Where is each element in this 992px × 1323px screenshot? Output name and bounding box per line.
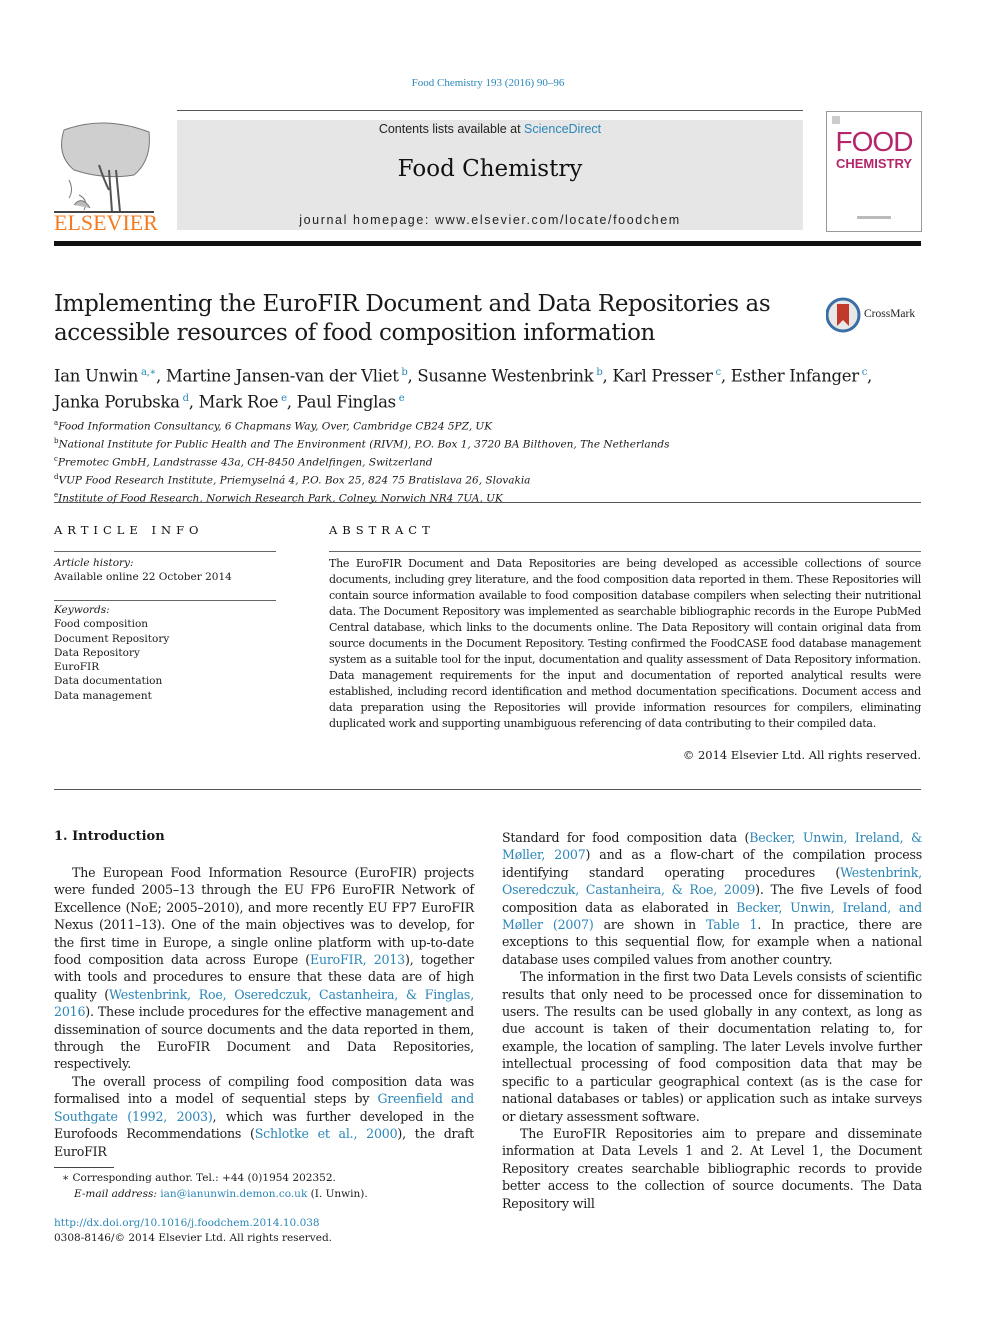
author-affiliation-marker[interactable]: d bbox=[180, 393, 189, 404]
journal-masthead: Contents lists available at ScienceDirec… bbox=[177, 120, 803, 230]
email-note: E-mail address: ian@ianunwin.demon.co.uk… bbox=[54, 1186, 494, 1202]
author-name[interactable]: Paul Finglas bbox=[297, 392, 397, 411]
author-name[interactable]: Martine Jansen-van der Vliet bbox=[166, 367, 399, 386]
paragraph: The European Food Information Resource (… bbox=[54, 865, 474, 1072]
crossmark-button[interactable]: CrossMark bbox=[825, 297, 926, 333]
affiliation: aFood Information Consultancy, 6 Chapman… bbox=[54, 416, 754, 434]
keyword: EuroFIR bbox=[54, 661, 100, 674]
citation-link[interactable]: Schlotke et al., 2000 bbox=[255, 1126, 398, 1141]
author-affiliation-marker[interactable]: b bbox=[593, 367, 602, 378]
author-affiliation-marker[interactable]: a,∗ bbox=[138, 367, 156, 378]
author-name[interactable]: Mark Roe bbox=[199, 392, 279, 411]
abstract-copyright: © 2014 Elsevier Ltd. All rights reserved… bbox=[682, 748, 921, 762]
email-label: E-mail address: bbox=[74, 1188, 161, 1200]
paragraph: The overall process of compiling food co… bbox=[54, 1073, 475, 1159]
citation-link[interactable]: Westenbrink, Oseredczuk, Castanheira, & … bbox=[502, 865, 922, 897]
elsevier-wordmark: ELSEVIER bbox=[54, 210, 158, 235]
affiliation: bNational Institute for Public Health an… bbox=[54, 434, 754, 452]
author-affiliation-marker[interactable]: b bbox=[399, 367, 407, 378]
divider bbox=[54, 789, 921, 790]
author-affiliation-marker[interactable]: e bbox=[278, 393, 287, 404]
affiliation-text: Food Information Consultancy, 6 Chapmans… bbox=[58, 420, 493, 433]
keywords-label: Keywords: bbox=[54, 604, 110, 616]
affiliation-text: VUP Food Research Institute, Priemyselná… bbox=[58, 474, 531, 487]
author-name[interactable]: Esther Infanger bbox=[731, 367, 859, 386]
keywords-block: Keywords: Food composition Document Repo… bbox=[54, 603, 284, 703]
history-value: Available online 22 October 2014 bbox=[54, 571, 232, 584]
author-name[interactable]: Ian Unwin bbox=[54, 367, 138, 386]
journal-cover-thumbnail[interactable]: FOOD CHEMISTRY bbox=[826, 111, 922, 232]
keyword: Data Repository bbox=[54, 646, 140, 659]
citation-link[interactable]: Becker, Unwin, Ireland, & Møller, 2007 bbox=[502, 830, 922, 862]
article-history: Article history: Available online 22 Oct… bbox=[54, 556, 284, 585]
journal-homepage-link[interactable]: journal homepage: www.elsevier.com/locat… bbox=[177, 213, 803, 227]
cover-footer-mark bbox=[857, 216, 891, 219]
doi-link[interactable]: http://dx.doi.org/10.1016/j.foodchem.201… bbox=[54, 1216, 332, 1231]
affiliation: cPremotec GmbH, Landstrasse 43a, CH-8450… bbox=[54, 452, 754, 470]
doi-block: http://dx.doi.org/10.1016/j.foodchem.201… bbox=[54, 1216, 332, 1246]
affiliation-text: National Institute for Public Health and… bbox=[58, 438, 670, 451]
issn-copyright: 0308-8146/© 2014 Elsevier Ltd. All right… bbox=[54, 1232, 333, 1244]
keyword: Document Repository bbox=[54, 632, 170, 645]
keyword: Data management bbox=[54, 689, 152, 702]
paragraph: Standard for food composition data (Beck… bbox=[502, 830, 922, 967]
paragraph: The information in the first two Data Le… bbox=[502, 969, 922, 1124]
header-thick-rule bbox=[54, 241, 921, 246]
cover-title-chemistry: CHEMISTRY bbox=[835, 156, 913, 171]
contents-line: Contents lists available at ScienceDirec… bbox=[177, 122, 803, 136]
article-title: Implementing the EuroFIR Document and Da… bbox=[54, 291, 771, 346]
keyword: Food composition bbox=[54, 618, 149, 631]
divider bbox=[54, 502, 921, 503]
author-affiliation-marker[interactable]: e bbox=[396, 393, 405, 404]
header-rule bbox=[177, 110, 803, 111]
author-name[interactable]: Susanne Westenbrink bbox=[417, 367, 593, 386]
citation-link[interactable]: Table 1 bbox=[706, 917, 758, 932]
article-info-heading: ARTICLE INFO bbox=[54, 523, 204, 537]
affiliation: eInstitute of Food Research, Norwich Res… bbox=[54, 488, 754, 506]
paragraph: The EuroFIR Repositories aim to prepare … bbox=[502, 1125, 922, 1211]
citation-link[interactable]: Westenbrink, Roe, Oseredczuk, Castanheir… bbox=[54, 987, 474, 1019]
body-column-left: The European Food Information Resource (… bbox=[54, 864, 474, 1160]
journal-reference-link[interactable]: Food Chemistry 193 (2016) 90–96 bbox=[0, 77, 976, 89]
abstract-text: The EuroFIR Document and Data Repositori… bbox=[329, 557, 921, 730]
author-affiliation-marker[interactable]: c bbox=[713, 367, 722, 378]
footnote-rule bbox=[54, 1167, 114, 1168]
keywords-rule bbox=[54, 600, 276, 601]
cover-elsevier-icon bbox=[832, 116, 840, 124]
author-name[interactable]: Janka Porubska bbox=[54, 392, 180, 411]
email-suffix: (I. Unwin). bbox=[307, 1188, 368, 1200]
section-title-introduction: 1. Introduction bbox=[54, 829, 165, 844]
citation-link[interactable]: Greenfield and Southgate (1992, 2003) bbox=[54, 1091, 474, 1123]
keyword: Data documentation bbox=[54, 675, 163, 688]
author-list: Ian Unwin a,∗, Martine Jansen-van der Vl… bbox=[54, 366, 872, 412]
contents-prefix: Contents lists available at bbox=[378, 122, 525, 136]
article-info-rule bbox=[54, 551, 276, 552]
affiliation-list: aFood Information Consultancy, 6 Chapman… bbox=[54, 416, 754, 506]
sciencedirect-link[interactable]: ScienceDirect bbox=[524, 122, 601, 136]
crossmark-label: CrossMark bbox=[864, 308, 916, 320]
author-affiliation-marker[interactable]: c bbox=[859, 367, 868, 378]
body-column-right: Standard for food composition data (Beck… bbox=[502, 829, 922, 1212]
affiliation: dVUP Food Research Institute, Priemyseln… bbox=[54, 470, 754, 488]
crossmark-icon bbox=[825, 297, 861, 333]
citation-link[interactable]: EuroFIR, 2013 bbox=[310, 952, 405, 967]
corresponding-author-note: ∗ Corresponding author. Tel.: +44 (0)195… bbox=[62, 1172, 336, 1184]
cover-title-food: FOOD bbox=[835, 126, 914, 157]
author-name[interactable]: Karl Presser bbox=[612, 367, 713, 386]
abstract-heading: ABSTRACT bbox=[329, 523, 435, 537]
email-link[interactable]: ian@ianunwin.demon.co.uk bbox=[160, 1188, 307, 1200]
abstract-rule bbox=[329, 551, 921, 552]
history-label: Article history: bbox=[54, 557, 134, 569]
journal-title: Food Chemistry bbox=[397, 156, 583, 182]
affiliation-text: Premotec GmbH, Landstrasse 43a, CH-8450 … bbox=[57, 456, 433, 469]
